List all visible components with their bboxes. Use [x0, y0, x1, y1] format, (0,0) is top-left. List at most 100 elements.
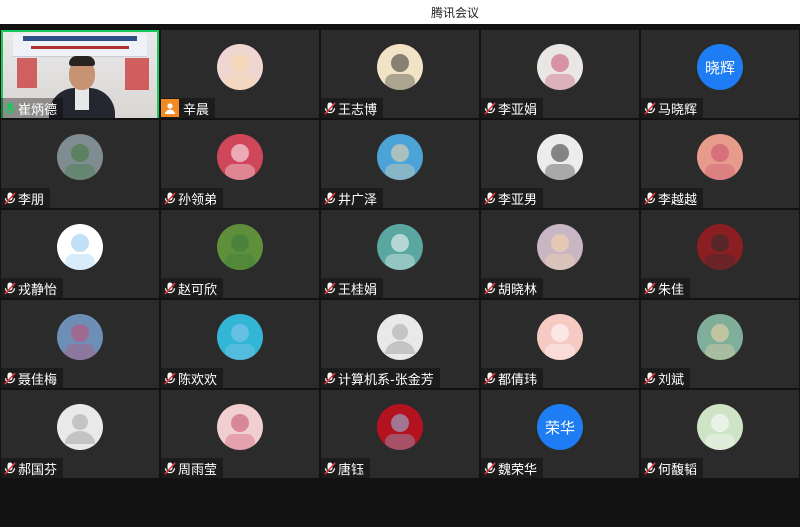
host-icon [161, 99, 179, 117]
microphone-muted-icon [483, 101, 497, 115]
participant-tile[interactable]: 都倩玮 [481, 300, 639, 388]
participant-name: 周雨莹 [178, 462, 218, 478]
participant-avatar [537, 134, 583, 180]
microphone-muted-icon [3, 461, 17, 475]
participant-tile[interactable]: 王志博 [321, 30, 479, 118]
name-plate: 辛晨 [161, 98, 216, 118]
participant-grid: 崔炳德 辛晨 王志博 李亚娟 晓辉马晓辉李朋 孙领弟 井广泽 李亚男 李越越戎静怡 赵可欣 王桂娟 胡… [0, 24, 800, 527]
participant-tile[interactable]: 唐钰 [321, 390, 479, 478]
name-plate: 唐钰 [321, 458, 371, 478]
name-plate: 魏荣华 [481, 458, 544, 478]
microphone-muted-icon [323, 461, 337, 475]
avatar-text: 荣华 [544, 418, 575, 437]
name-plate: 刘斌 [641, 368, 691, 388]
participant-avatar [537, 44, 583, 90]
participant-avatar [57, 134, 103, 180]
participant-name: 何馥韬 [658, 462, 698, 478]
participant-name: 魏荣华 [498, 462, 538, 478]
microphone-muted-icon [323, 371, 337, 385]
participant-tile[interactable]: 朱佳 [641, 210, 799, 298]
title-bar: 腾讯会议 [0, 0, 800, 24]
participant-tile[interactable]: 周雨莹 [161, 390, 319, 478]
participant-tile[interactable]: 崔炳德 [1, 30, 159, 118]
name-plate: 王志博 [321, 98, 384, 118]
microphone-muted-icon [163, 191, 177, 205]
window-title: 腾讯会议 [430, 6, 479, 20]
participant-name: 戎静怡 [18, 282, 58, 298]
name-plate: 王桂娟 [321, 278, 384, 298]
participant-avatar [697, 404, 743, 450]
participant-tile[interactable]: 刘斌 [641, 300, 799, 388]
participant-tile[interactable]: 辛晨 [161, 30, 319, 118]
participant-name: 郝国芬 [18, 462, 58, 478]
participant-avatar: 晓辉 [697, 44, 743, 90]
participant-tile[interactable]: 井广泽 [321, 120, 479, 208]
participant-name: 赵可欣 [178, 282, 218, 298]
microphone-muted-icon [323, 101, 337, 115]
avatar-text: 晓辉 [704, 58, 735, 77]
microphone-muted-icon [163, 371, 177, 385]
participant-tile[interactable]: 李朋 [1, 120, 159, 208]
microphone-muted-icon [3, 191, 17, 205]
name-plate: 李朋 [1, 188, 51, 208]
microphone-muted-icon [483, 371, 497, 385]
participant-name: 崔炳德 [18, 102, 58, 118]
microphone-muted-icon [163, 461, 177, 475]
participant-name: 胡晓林 [498, 282, 538, 298]
participant-name: 唐钰 [338, 462, 365, 478]
participant-name: 井广泽 [338, 192, 378, 208]
microphone-muted-icon [483, 461, 497, 475]
participant-tile[interactable]: 李越越 [641, 120, 799, 208]
microphone-muted-icon [3, 371, 17, 385]
name-plate: 马晓辉 [641, 98, 704, 118]
name-plate: 胡晓林 [481, 278, 544, 298]
participant-avatar [697, 314, 743, 360]
name-plate: 朱佳 [641, 278, 691, 298]
participant-avatar [57, 404, 103, 450]
microphone-icon [3, 101, 17, 115]
participant-avatar [57, 224, 103, 270]
microphone-muted-icon [323, 191, 337, 205]
participant-avatar [377, 404, 423, 450]
participant-tile[interactable]: 计算机系-张金芳 [321, 300, 479, 388]
microphone-muted-icon [323, 281, 337, 295]
participant-avatar [537, 314, 583, 360]
participant-avatar [217, 44, 263, 90]
participant-name: 聂佳梅 [18, 372, 58, 388]
participant-avatar [377, 224, 423, 270]
name-plate: 赵可欣 [161, 278, 224, 298]
participant-tile[interactable]: 胡晓林 [481, 210, 639, 298]
name-plate: 陈欢欢 [161, 368, 224, 388]
name-plate: 戎静怡 [1, 278, 64, 298]
participant-avatar [697, 224, 743, 270]
microphone-muted-icon [163, 281, 177, 295]
participant-tile[interactable]: 晓辉马晓辉 [641, 30, 799, 118]
participant-name: 朱佳 [658, 282, 685, 298]
name-plate: 聂佳梅 [1, 368, 64, 388]
participant-tile[interactable]: 戎静怡 [1, 210, 159, 298]
participant-avatar [377, 134, 423, 180]
participant-tile[interactable]: 李亚男 [481, 120, 639, 208]
name-plate: 李亚娟 [481, 98, 544, 118]
name-plate: 李亚男 [481, 188, 544, 208]
participant-tile[interactable]: 孙领弟 [161, 120, 319, 208]
participant-tile[interactable]: 何馥韬 [641, 390, 799, 478]
name-plate: 何馥韬 [641, 458, 704, 478]
participant-tile[interactable]: 李亚娟 [481, 30, 639, 118]
participant-name: 计算机系-张金芳 [338, 372, 434, 388]
participant-name: 马晓辉 [658, 102, 698, 118]
participant-tile[interactable]: 王桂娟 [321, 210, 479, 298]
participant-tile[interactable]: 赵可欣 [161, 210, 319, 298]
participant-tile[interactable]: 郝国芬 [1, 390, 159, 478]
participant-tile[interactable]: 陈欢欢 [161, 300, 319, 388]
name-plate: 计算机系-张金芳 [321, 368, 440, 388]
participant-name: 王志博 [338, 102, 378, 118]
participant-name: 陈欢欢 [178, 372, 218, 388]
microphone-muted-icon [643, 281, 657, 295]
participant-tile[interactable]: 聂佳梅 [1, 300, 159, 388]
microphone-muted-icon [483, 191, 497, 205]
participant-avatar [377, 314, 423, 360]
microphone-muted-icon [643, 101, 657, 115]
name-plate: 郝国芬 [1, 458, 64, 478]
participant-tile[interactable]: 荣华魏荣华 [481, 390, 639, 478]
